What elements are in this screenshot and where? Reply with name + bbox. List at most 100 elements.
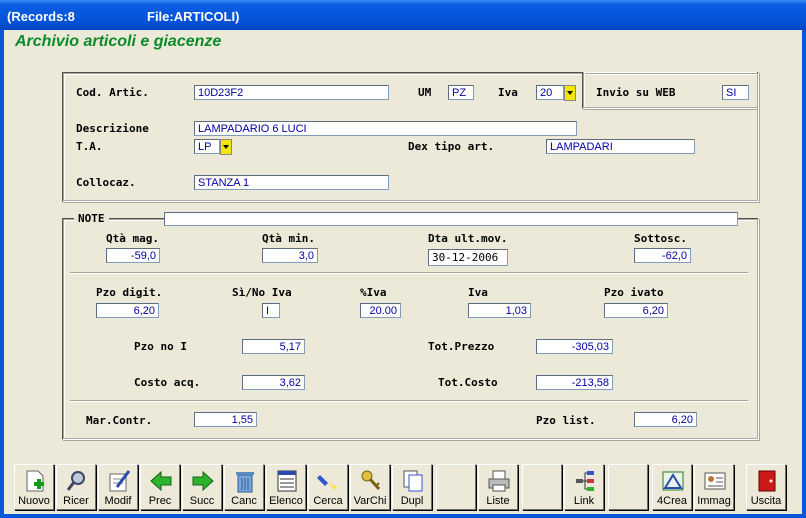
si-no-iva-field[interactable]: I bbox=[262, 303, 280, 318]
descrizione-field[interactable]: LAMPADARIO 6 LUCI bbox=[194, 121, 577, 136]
qta-min-field[interactable]: 3,0 bbox=[262, 248, 318, 263]
uscita-label: Uscita bbox=[750, 495, 782, 507]
prec-button[interactable]: Prec bbox=[140, 464, 180, 510]
ta-select[interactable]: LP bbox=[194, 139, 220, 154]
modif-label: Modif bbox=[104, 495, 132, 507]
um-field[interactable]: PZ bbox=[448, 85, 474, 100]
succ-button[interactable]: Succ bbox=[182, 464, 222, 510]
list-icon bbox=[277, 470, 297, 492]
iva-amount-label: Iva bbox=[468, 286, 488, 299]
tot-costo-label: Tot.Costo bbox=[438, 376, 498, 389]
elenco-button[interactable]: Elenco bbox=[266, 464, 306, 510]
dex-tipo-label: Dex tipo art. bbox=[408, 140, 495, 153]
iva-amount-field[interactable]: 1,03 bbox=[468, 303, 531, 318]
web-label: Invio su WEB bbox=[596, 86, 676, 99]
costo-acq-field[interactable]: 3,62 bbox=[242, 375, 305, 390]
collocaz-field[interactable]: STANZA 1 bbox=[194, 175, 389, 190]
crea-label: 4Crea bbox=[657, 495, 687, 507]
dta-ult-mov-field[interactable]: 30-12-2006 bbox=[428, 249, 508, 266]
keys-icon bbox=[361, 470, 381, 491]
cod-artic-field[interactable]: 10D23F2 bbox=[194, 85, 389, 100]
liste-label: Liste bbox=[486, 495, 510, 507]
note-field[interactable] bbox=[164, 212, 738, 226]
printer-icon bbox=[488, 470, 510, 492]
pzo-no-i-field[interactable]: 5,17 bbox=[242, 339, 305, 354]
modif-button[interactable]: Modif bbox=[98, 464, 138, 510]
crea-button[interactable]: 4Crea bbox=[652, 464, 692, 510]
costo-acq-label: Costo acq. bbox=[134, 376, 201, 389]
arrow-left-icon bbox=[150, 470, 172, 492]
qta-mag-field[interactable]: -59,0 bbox=[106, 248, 160, 263]
ta-label: T.A. bbox=[76, 140, 103, 153]
uscita-button[interactable]: Uscita bbox=[746, 464, 786, 510]
new-doc-icon bbox=[26, 470, 44, 492]
iva-dropdown-button[interactable] bbox=[564, 85, 576, 101]
tot-costo-field[interactable]: -213,58 bbox=[536, 375, 613, 390]
empty-button[interactable] bbox=[522, 464, 562, 510]
exit-door-icon bbox=[758, 470, 776, 492]
flashlight-icon bbox=[317, 475, 338, 490]
link-label: Link bbox=[573, 495, 595, 507]
ta-dropdown-button[interactable] bbox=[220, 139, 232, 155]
iva-select[interactable]: 20 bbox=[536, 85, 564, 100]
divider bbox=[70, 272, 748, 274]
pzo-list-label: Pzo list. bbox=[536, 414, 596, 427]
tot-prezzo-field[interactable]: -305,03 bbox=[536, 339, 613, 354]
varchi-label: VarChi bbox=[353, 495, 387, 507]
trash-icon bbox=[236, 472, 254, 493]
pzo-digit-field[interactable]: 6,20 bbox=[96, 303, 159, 318]
duplicate-icon bbox=[403, 470, 423, 492]
immag-button[interactable]: Immag bbox=[694, 464, 734, 510]
iva-label: Iva bbox=[498, 86, 518, 99]
canc-button[interactable]: Canc bbox=[224, 464, 264, 510]
dex-tipo-field[interactable]: LAMPADARI bbox=[546, 139, 695, 154]
dta-ult-mov-label: Dta ult.mov. bbox=[428, 232, 508, 245]
tot-prezzo-label: Tot.Prezzo bbox=[428, 340, 495, 353]
search-icon bbox=[66, 471, 85, 491]
page-title: Archivio articoli e giacenze bbox=[15, 33, 222, 50]
pzo-digit-label: Pzo digit. bbox=[96, 286, 163, 299]
sottosc-label: Sottosc. bbox=[634, 232, 687, 245]
records-count: (Records:8 bbox=[7, 9, 75, 24]
cerca-label: Cerca bbox=[313, 495, 343, 507]
mar-contr-label: Mar.Contr. bbox=[86, 414, 153, 427]
succ-label: Succ bbox=[189, 495, 215, 507]
collocaz-label: Collocaz. bbox=[76, 176, 136, 189]
web-field[interactable]: SI bbox=[722, 85, 749, 100]
sottosc-field[interactable]: -62,0 bbox=[634, 248, 691, 263]
mar-contr-field[interactable]: 1,55 bbox=[194, 412, 257, 427]
link-button[interactable]: Link bbox=[564, 464, 604, 510]
note-label: NOTE bbox=[74, 212, 109, 225]
elenco-label: Elenco bbox=[269, 495, 303, 507]
pzo-ivato-label: Pzo ivato bbox=[604, 286, 664, 299]
varchi-button[interactable]: VarChi bbox=[350, 464, 390, 510]
canc-label: Canc bbox=[231, 495, 257, 507]
pzo-list-field[interactable]: 6,20 bbox=[634, 412, 697, 427]
image-card-icon bbox=[704, 472, 726, 490]
si-no-iva-label: Sì/No Iva bbox=[232, 286, 292, 299]
dupl-button[interactable]: Dupl bbox=[392, 464, 432, 510]
ricer-button[interactable]: Ricer bbox=[56, 464, 96, 510]
prec-label: Prec bbox=[148, 495, 172, 507]
qta-mag-label: Qtà mag. bbox=[106, 232, 159, 245]
divider bbox=[70, 400, 748, 402]
dupl-label: Dupl bbox=[400, 495, 424, 507]
nuovo-label: Nuovo bbox=[18, 495, 50, 507]
toolbar: Nuovo Ricer Modif Prec Succ Canc Elenco … bbox=[10, 462, 794, 512]
file-name: File:ARTICOLI) bbox=[147, 9, 240, 24]
empty-button[interactable] bbox=[608, 464, 648, 510]
pzo-no-i-label: Pzo no I bbox=[134, 340, 187, 353]
title-bar: (Records:8 File:ARTICOLI) bbox=[0, 0, 806, 30]
pzo-ivato-field[interactable]: 6,20 bbox=[604, 303, 668, 318]
nuovo-button[interactable]: Nuovo bbox=[14, 464, 54, 510]
immag-label: Immag bbox=[697, 495, 731, 507]
arrow-right-icon bbox=[192, 470, 214, 492]
network-icon bbox=[576, 471, 594, 491]
empty-button[interactable] bbox=[436, 464, 476, 510]
um-label: UM bbox=[418, 86, 432, 99]
cerca-button[interactable]: Cerca bbox=[308, 464, 348, 510]
liste-button[interactable]: Liste bbox=[478, 464, 518, 510]
percent-iva-label: %Iva bbox=[360, 286, 387, 299]
percent-iva-field[interactable]: 20.00 bbox=[360, 303, 401, 318]
design-icon bbox=[662, 471, 684, 491]
